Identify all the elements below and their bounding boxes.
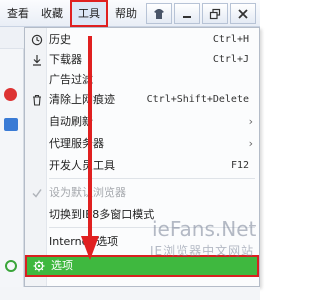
menu-item-developer-tools[interactable]: 开发人员工具 F12 — [25, 156, 259, 176]
options-gear-icon-background — [5, 260, 17, 272]
background-browser — [0, 27, 24, 300]
close-button[interactable] — [230, 3, 256, 24]
menu-item-downloader[interactable]: 下载器 Ctrl+J — [25, 50, 259, 70]
annotation-arrow — [81, 36, 99, 260]
menu-help[interactable]: 帮助 — [110, 0, 142, 27]
watermark-subtitle: IE浏览器中文网站 — [150, 244, 255, 258]
menu-favorites[interactable]: 收藏 — [36, 0, 68, 27]
restore-button[interactable] — [202, 3, 228, 24]
browser-logo-icon — [4, 88, 17, 101]
checkmark-icon — [30, 186, 43, 199]
history-icon — [30, 33, 43, 46]
menu-tools[interactable]: 工具 — [70, 0, 108, 27]
menu-item-auto-refresh[interactable]: 自动刷新 › — [25, 112, 259, 132]
tab-favicon-icon — [4, 118, 18, 131]
submenu-chevron-icon: › — [248, 137, 253, 150]
bottom-bar — [0, 287, 260, 300]
shirt-icon — [154, 8, 164, 19]
menu-view[interactable]: 查看 — [2, 0, 34, 27]
background-toolbar — [0, 27, 24, 49]
menu-item-proxy-server[interactable]: 代理服务器 › — [25, 134, 259, 154]
minimize-button[interactable] — [174, 3, 200, 24]
watermark-title: ieFans.Net — [152, 217, 257, 241]
close-icon — [238, 8, 248, 19]
menu-item-set-default-browser: 设为默认浏览器 — [25, 183, 259, 203]
menu-item-history[interactable]: 历史 Ctrl+H — [25, 30, 259, 50]
submenu-chevron-icon: › — [248, 115, 253, 128]
minimize-icon — [183, 15, 191, 18]
menu-bar: 查看 收藏 工具 帮助 — [0, 0, 260, 27]
download-icon — [30, 53, 43, 66]
gear-icon — [33, 260, 45, 272]
restore-icon — [209, 8, 221, 19]
trash-icon — [30, 93, 43, 106]
menu-item-ad-filter[interactable]: 广告过滤 — [25, 70, 259, 90]
skin-button[interactable] — [146, 3, 172, 24]
menu-item-clear-traces[interactable]: 清除上网痕迹 Ctrl+Shift+Delete — [25, 90, 259, 110]
